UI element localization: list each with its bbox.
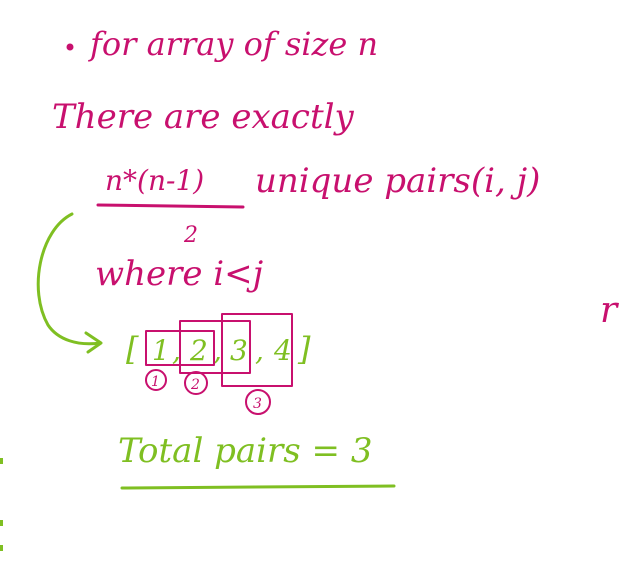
array-item-2: 2 xyxy=(189,334,208,367)
fraction-bar xyxy=(96,203,245,209)
pair-marker-3: 3 xyxy=(253,396,262,412)
total-underline xyxy=(120,484,396,490)
line-where-i-less-than-j: where i<j xyxy=(95,254,264,294)
edge-mark-1 xyxy=(0,458,3,464)
formula-denominator: 2 xyxy=(183,223,198,248)
array-close-bracket: ] xyxy=(297,330,311,368)
pair-marker-1: 1 xyxy=(151,374,160,390)
curved-arrow xyxy=(36,212,102,346)
array-item-1: 1 xyxy=(152,334,170,367)
line-there-are-exactly: There are exactly xyxy=(52,97,354,137)
line-unique-pairs: unique pairs(i, j) xyxy=(255,161,540,201)
edge-mark-3 xyxy=(0,545,3,551)
array-open-bracket: [ xyxy=(126,330,139,368)
formula-numerator: n*(n-1) xyxy=(105,164,204,197)
bullet-dot xyxy=(66,43,74,51)
edge-mark-2 xyxy=(0,520,3,526)
array-item-3: 3 xyxy=(230,334,248,367)
total-pairs-label: Total pairs = 3 xyxy=(118,431,372,471)
array-separator-3: , xyxy=(255,334,264,367)
pair-marker-2: 2 xyxy=(190,377,200,393)
stray-mark: r xyxy=(600,290,619,331)
whiteboard-canvas: for array of size n There are exactly n*… xyxy=(0,25,619,551)
line-for-array-of-size-n: for array of size n xyxy=(88,25,378,63)
array-item-4: 4 xyxy=(273,334,292,367)
